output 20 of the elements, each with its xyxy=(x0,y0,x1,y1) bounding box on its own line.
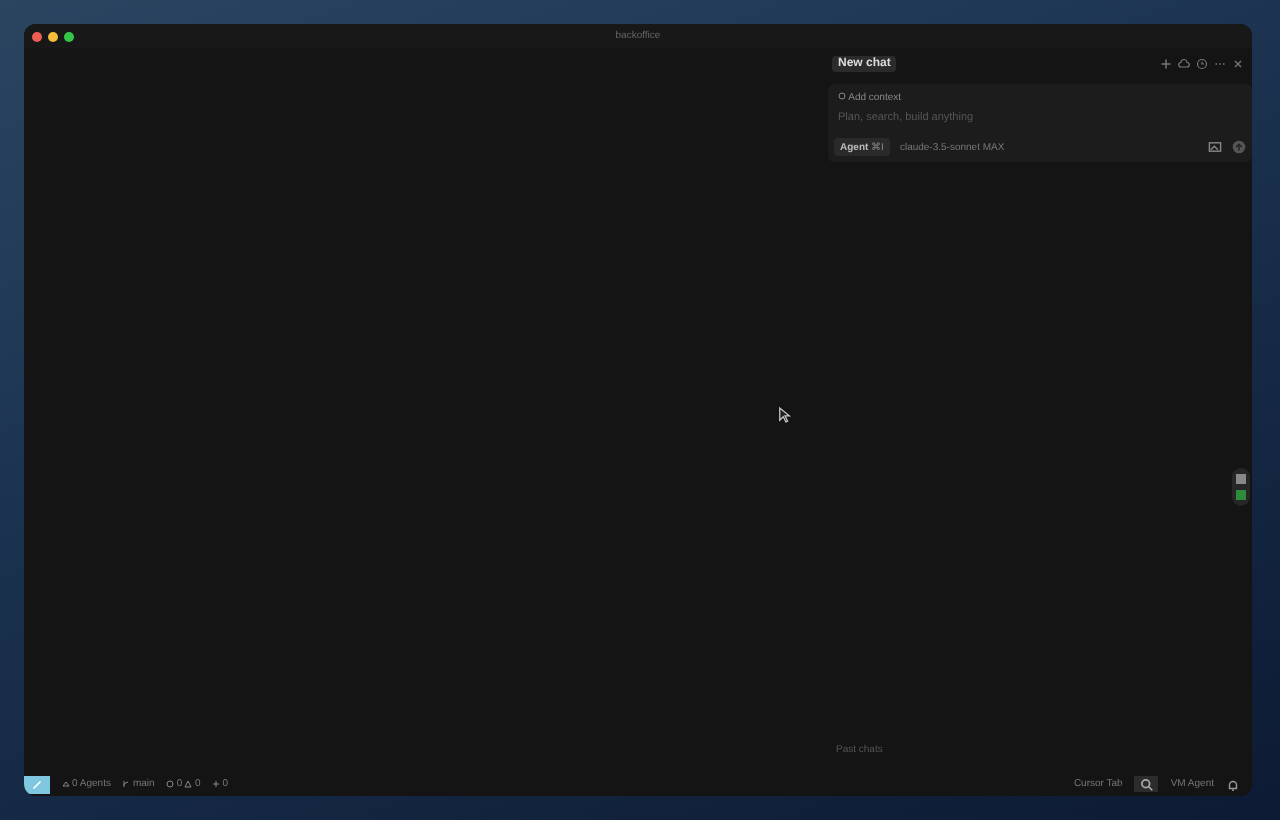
remote-button[interactable] xyxy=(24,775,50,793)
error-icon xyxy=(166,779,175,788)
plus-icon[interactable] xyxy=(1160,58,1172,70)
branch-icon xyxy=(122,779,131,788)
remote-icon xyxy=(30,777,44,791)
bell-icon[interactable] xyxy=(1226,777,1240,791)
triangle-icon xyxy=(62,779,70,788)
image-icon[interactable] xyxy=(1208,140,1222,154)
more-icon[interactable] xyxy=(1214,58,1226,70)
cloud-icon[interactable] xyxy=(1178,58,1190,70)
search-button[interactable] xyxy=(1134,776,1159,792)
close-button[interactable] xyxy=(32,31,42,41)
pointer-icon xyxy=(778,406,792,424)
history-icon[interactable] xyxy=(1196,58,1208,70)
circle-icon xyxy=(838,92,846,100)
warning-icon xyxy=(184,779,193,788)
send-icon[interactable] xyxy=(1232,140,1246,154)
close-icon[interactable] xyxy=(1232,58,1244,70)
minimize-button[interactable] xyxy=(48,31,58,41)
zoom-button[interactable] xyxy=(64,31,74,41)
